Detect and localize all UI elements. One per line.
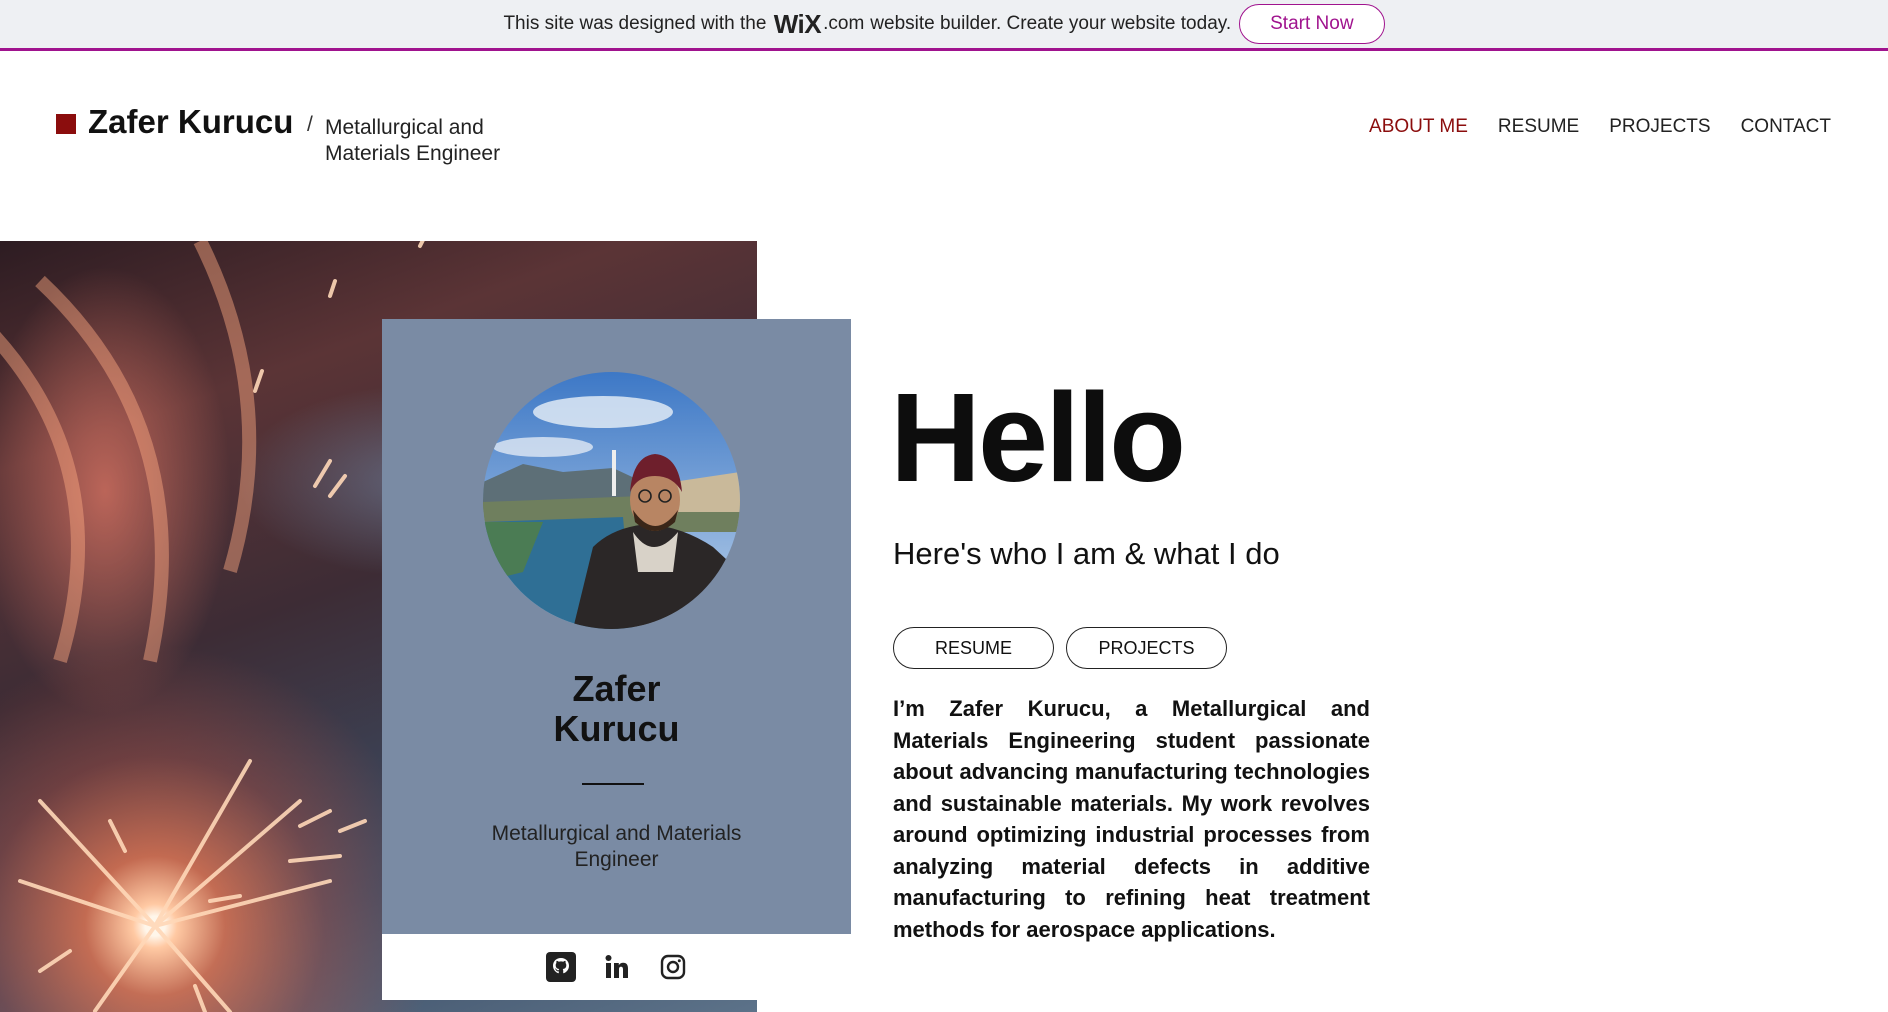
banner-text-after: website builder. Create your website tod… [870,13,1232,34]
github-icon[interactable] [545,952,576,982]
title-separator: / [307,113,313,136]
start-now-button[interactable]: Start Now [1239,4,1385,44]
tagline: Here's who I am & what I do [893,536,1280,571]
social-bar [382,934,851,1000]
card-role-line1: Metallurgical and Materials [491,822,742,845]
main-nav: ABOUT ME RESUME PROJECTS CONTACT [1369,116,1831,138]
avatar-photo [483,372,740,629]
banner-text-before: This site was designed with the [503,13,767,34]
logo-square [56,114,76,134]
card-name-last: Kurucu [553,708,680,749]
card-role-line2: Engineer [574,848,659,871]
instagram-icon[interactable] [658,952,688,982]
hello-heading: Hello [890,367,1186,508]
avatar [483,372,740,629]
profile-card: Zafer Kurucu Metallurgical and Materials… [382,319,851,934]
card-role: Metallurgical and Materials Engineer [382,821,851,873]
site-subtitle: Metallurgical and Materials Engineer [325,116,501,165]
nav-item-resume[interactable]: RESUME [1498,116,1579,138]
nav-item-projects[interactable]: PROJECTS [1609,116,1710,138]
site-name[interactable]: Zafer Kurucu [88,103,293,141]
nav-item-contact[interactable]: CONTACT [1741,116,1831,138]
card-divider [582,783,644,785]
linkedin-icon[interactable] [602,952,632,982]
projects-button[interactable]: PROJECTS [1066,627,1227,669]
wix-logo-suffix: .com [823,13,865,34]
nav-item-about-me[interactable]: ABOUT ME [1369,116,1468,138]
card-name: Zafer Kurucu [382,669,851,749]
wix-banner: This site was designed with the WiX .com … [0,0,1888,51]
bio-paragraph: I’m Zafer Kurucu, a Metallurgical and Ma… [893,696,1370,942]
resume-button[interactable]: RESUME [893,627,1054,669]
card-name-first: Zafer [572,668,661,709]
wix-logo: WiX [773,8,822,39]
